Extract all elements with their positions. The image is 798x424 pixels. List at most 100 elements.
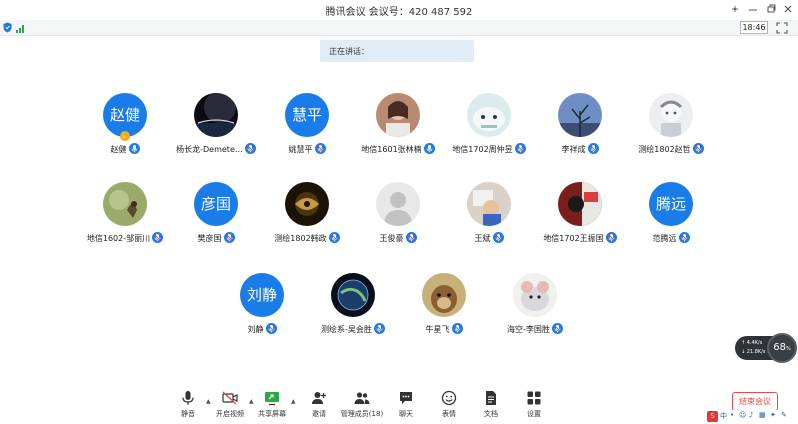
participant-name-row: 王斌: [439, 232, 539, 244]
participant-tile[interactable]: 地信1602-邹丽川: [75, 182, 175, 248]
participant-tile[interactable]: 彦国 樊彦国: [166, 182, 266, 248]
participant-tile[interactable]: 杨长龙-Demete…: [166, 93, 266, 159]
close-icon[interactable]: [781, 2, 795, 16]
mic-muted-icon: [265, 323, 277, 334]
mic-muted-icon: [492, 232, 504, 243]
participant-tile[interactable]: 王俊豪: [348, 182, 448, 248]
ime-emoji-icon[interactable]: ☺: [739, 411, 746, 419]
members-icon: [354, 392, 370, 404]
participant-name-row: 测绘1802韩政: [257, 232, 357, 244]
participant-tile[interactable]: 测绘1802韩政: [257, 182, 357, 248]
participant-tile[interactable]: 王斌: [439, 182, 539, 248]
security-shield-icon[interactable]: [3, 22, 12, 33]
participant-tile[interactable]: 测绘1802赵哲: [621, 93, 721, 159]
participant-name: 樊彦国: [197, 234, 222, 243]
participant-name: 王俊豪: [379, 234, 404, 243]
video-button[interactable]: 开启视频: [207, 388, 253, 422]
reactions-label: 表情: [442, 410, 456, 418]
ime-voice-icon[interactable]: ♪: [749, 411, 753, 419]
participant-name-row: 测绘系-吴会胜: [303, 323, 403, 335]
avatar: [467, 93, 511, 137]
participant-tile[interactable]: 地信1702周仲昱: [439, 93, 539, 159]
participant-tile[interactable]: 李祥成: [530, 93, 630, 159]
participant-name: 姚慧平: [288, 145, 313, 154]
participant-name: 地信1602-邹丽川: [86, 234, 151, 243]
avatar: [376, 93, 420, 137]
mute-label: 静音: [181, 410, 195, 418]
manage-members-button[interactable]: 管理成员(18): [339, 388, 385, 422]
participant-tile[interactable]: 刘静 刘静: [212, 273, 312, 339]
invite-button[interactable]: 邀请: [296, 388, 342, 422]
participant-name: 测绘系-吴会胜: [321, 325, 372, 334]
settings-grid-icon: [527, 391, 541, 405]
participant-name-row: 刘静: [212, 323, 312, 335]
participant-tile[interactable]: 地信1702王振国: [530, 182, 630, 248]
title-bar: 腾讯会议 会议号：420 487 592: [0, 0, 798, 20]
ime-tools-icon[interactable]: ✎: [781, 411, 787, 419]
raised-hand-icon: ✋: [120, 131, 130, 141]
punctuation-icon[interactable]: •: [730, 411, 734, 419]
participant-name: 李祥成: [561, 145, 586, 154]
participant-name: 地信1702周仲昱: [452, 145, 513, 154]
participant-name: 测绘1802赵哲: [638, 145, 691, 154]
emoji-icon: [441, 390, 457, 406]
settings-button[interactable]: 设置: [511, 388, 557, 422]
network-quality-value: 68: [773, 342, 786, 353]
upload-rate-value: 4.4K/s: [746, 340, 763, 346]
participant-tile[interactable]: 测绘系-吴会胜: [303, 273, 403, 339]
avatar: [467, 182, 511, 226]
participant-tile[interactable]: 慧平 姚慧平: [257, 93, 357, 159]
speaking-indicator: 正在讲话：: [320, 40, 474, 62]
fullscreen-icon[interactable]: [776, 22, 788, 34]
avatar: [558, 182, 602, 226]
ime-skin-icon[interactable]: ✦: [770, 411, 776, 419]
participant-name-row: 海空-李国胜: [485, 323, 585, 335]
pin-icon[interactable]: [728, 2, 742, 16]
participant-tile[interactable]: 牛星飞: [394, 273, 494, 339]
ime-mode[interactable]: 中: [720, 411, 727, 421]
share-screen-button[interactable]: 共享屏幕: [249, 388, 295, 422]
avatar: [103, 182, 147, 226]
participant-tile[interactable]: 地信1601张林楠: [348, 93, 448, 159]
bottom-toolbar: 静音 ▲ 开启视频 ▲ 共享屏幕 ▲ 邀请 管理成员(18) 聊天 表情 文档 …: [0, 388, 798, 424]
download-rate: ↓ 21.8K/s: [741, 349, 766, 355]
chat-label: 聊天: [399, 410, 413, 418]
participant-name-row: 地信1702王振国: [530, 232, 630, 244]
network-quality-gauge[interactable]: 68%: [767, 333, 797, 363]
participant-name: 刘静: [247, 325, 264, 334]
mic-on-icon: [128, 143, 140, 154]
ime-keyboard-icon[interactable]: ▦: [759, 411, 766, 419]
participant-name-row: 李祥成: [530, 143, 630, 155]
participant-name-row: 王俊豪: [348, 232, 448, 244]
restore-icon[interactable]: [764, 2, 778, 16]
mic-muted-icon: [373, 323, 385, 334]
mic-on-icon: [423, 143, 435, 154]
upload-rate: ↑ 4.4K/s: [741, 340, 763, 346]
participant-tile[interactable]: 海空-李国胜: [485, 273, 585, 339]
share-options-caret-icon[interactable]: ▲: [291, 398, 296, 405]
video-label: 开启视频: [216, 410, 244, 418]
avatar: [331, 273, 375, 317]
participant-name: 测绘1802韩政: [274, 234, 327, 243]
ime-tray[interactable]: S 中 • ☺ ♪ ▦ ✦ ✎: [707, 410, 795, 423]
mute-button[interactable]: 静音: [165, 388, 211, 422]
share-screen-icon: [265, 392, 279, 406]
reactions-button[interactable]: 表情: [426, 388, 472, 422]
documents-button[interactable]: 文档: [468, 388, 514, 422]
participant-tile[interactable]: 赵健 ✋ 赵健: [75, 93, 175, 159]
video-off-icon: [222, 391, 238, 405]
mic-muted-icon: [152, 232, 164, 243]
participant-name-row: 杨长龙-Demete…: [166, 143, 266, 155]
end-meeting-button[interactable]: 结束会议: [732, 392, 778, 411]
chat-button[interactable]: 聊天: [383, 388, 429, 422]
invite-label: 邀请: [312, 410, 326, 418]
participant-tile[interactable]: 腾远 范腾远: [621, 182, 721, 248]
avatar: [558, 93, 602, 137]
minimize-icon[interactable]: [746, 2, 760, 16]
chat-icon: [400, 392, 412, 404]
mic-muted-icon: [587, 143, 599, 154]
sogou-ime-icon[interactable]: S: [707, 411, 718, 422]
signal-icon[interactable]: [16, 23, 26, 33]
participant-name-row: 地信1702周仲昱: [439, 143, 539, 155]
participant-name: 赵健: [110, 145, 127, 154]
